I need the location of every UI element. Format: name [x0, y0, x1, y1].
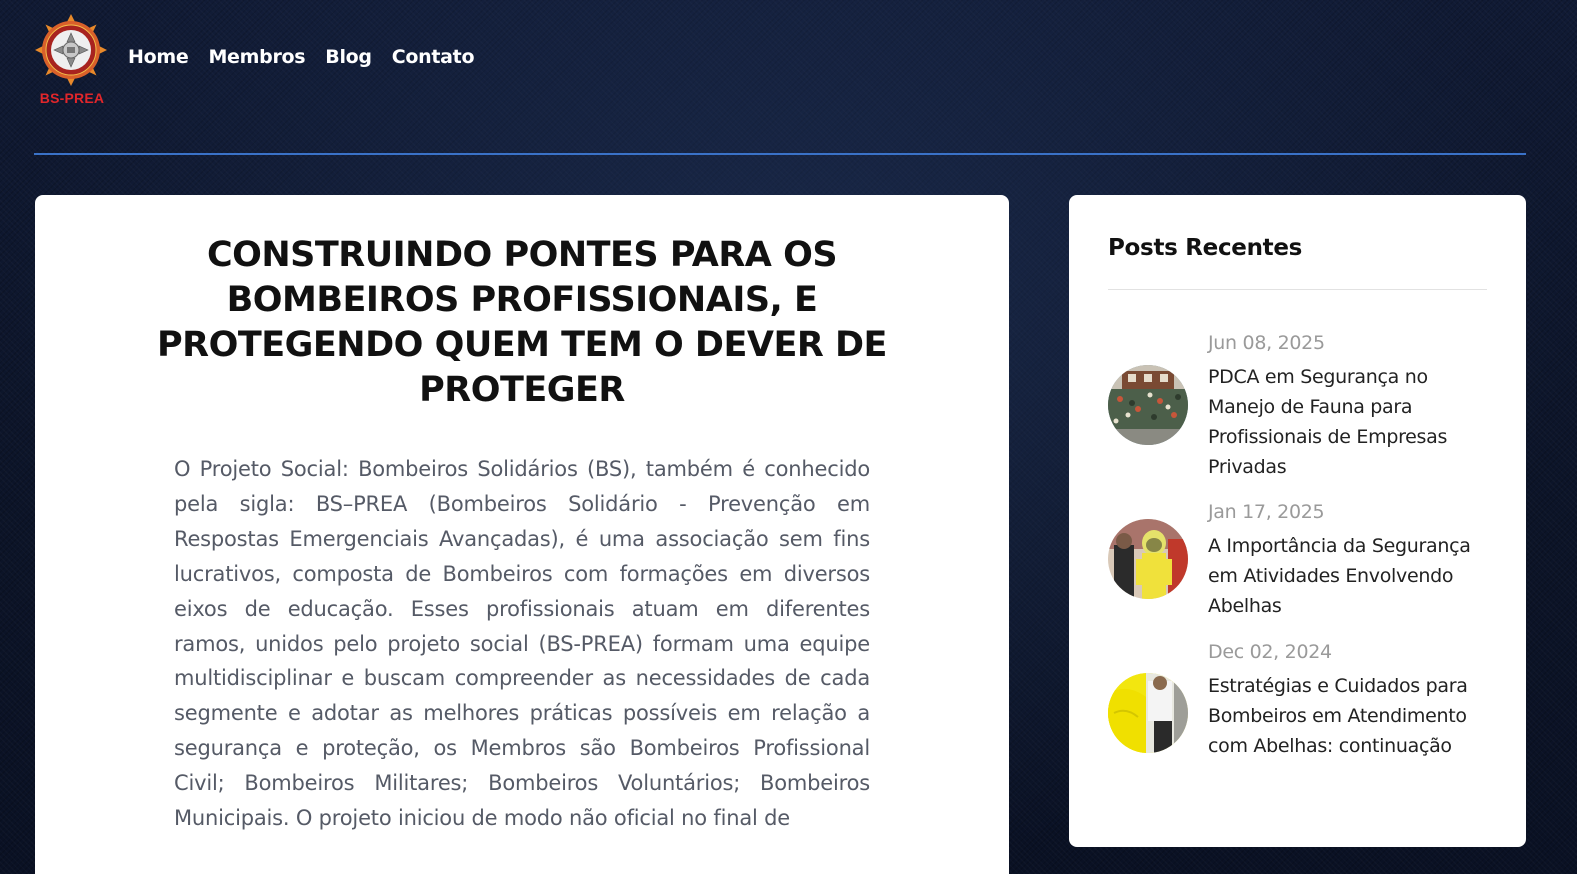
post-title[interactable]: PDCA em Segurança no Manejo de Fauna par…	[1208, 362, 1493, 482]
post-title[interactable]: A Importância da Segurança em Atividades…	[1208, 531, 1493, 621]
beekeeper-suit-photo-thumbnail-icon[interactable]	[1108, 519, 1188, 599]
article-title: CONSTRUINDO PONTES PARA OS BOMBEIROS PRO…	[157, 235, 887, 410]
nav-membros-link[interactable]: Membros	[208, 46, 305, 68]
yellow-suit-photo-thumbnail-icon[interactable]	[1108, 673, 1188, 753]
site-logo[interactable]: BS-PREA	[34, 14, 110, 108]
post-date: Jun 08, 2025	[1208, 332, 1325, 354]
site-header: BS-PREA Home Membros Blog Contato	[0, 0, 1577, 155]
article-card: CONSTRUINDO PONTES PARA OS BOMBEIROS PRO…	[35, 195, 1009, 874]
post-title[interactable]: Estratégias e Cuidados para Bombeiros em…	[1208, 671, 1493, 761]
recent-posts-sidebar: Posts Recentes Jun 08, 2025 PDCA em Segu…	[1069, 195, 1526, 847]
logo-text: BS-PREA	[39, 90, 105, 106]
nav-blog-link[interactable]: Blog	[325, 46, 372, 68]
nav-home-link[interactable]: Home	[128, 46, 189, 68]
main-nav: Home Membros Blog Contato	[128, 46, 475, 68]
header-divider	[34, 153, 1526, 155]
post-date: Jan 17, 2025	[1208, 501, 1325, 523]
sidebar-title: Posts Recentes	[1108, 235, 1303, 261]
article-body: O Projeto Social: Bombeiros Solidários (…	[174, 457, 870, 831]
sidebar-divider	[1108, 289, 1487, 290]
post-date: Dec 02, 2024	[1208, 641, 1332, 663]
nav-contato-link[interactable]: Contato	[392, 46, 475, 68]
gallery-photo-thumbnail-icon[interactable]	[1108, 365, 1188, 445]
firefighter-emblem-icon	[35, 14, 107, 86]
